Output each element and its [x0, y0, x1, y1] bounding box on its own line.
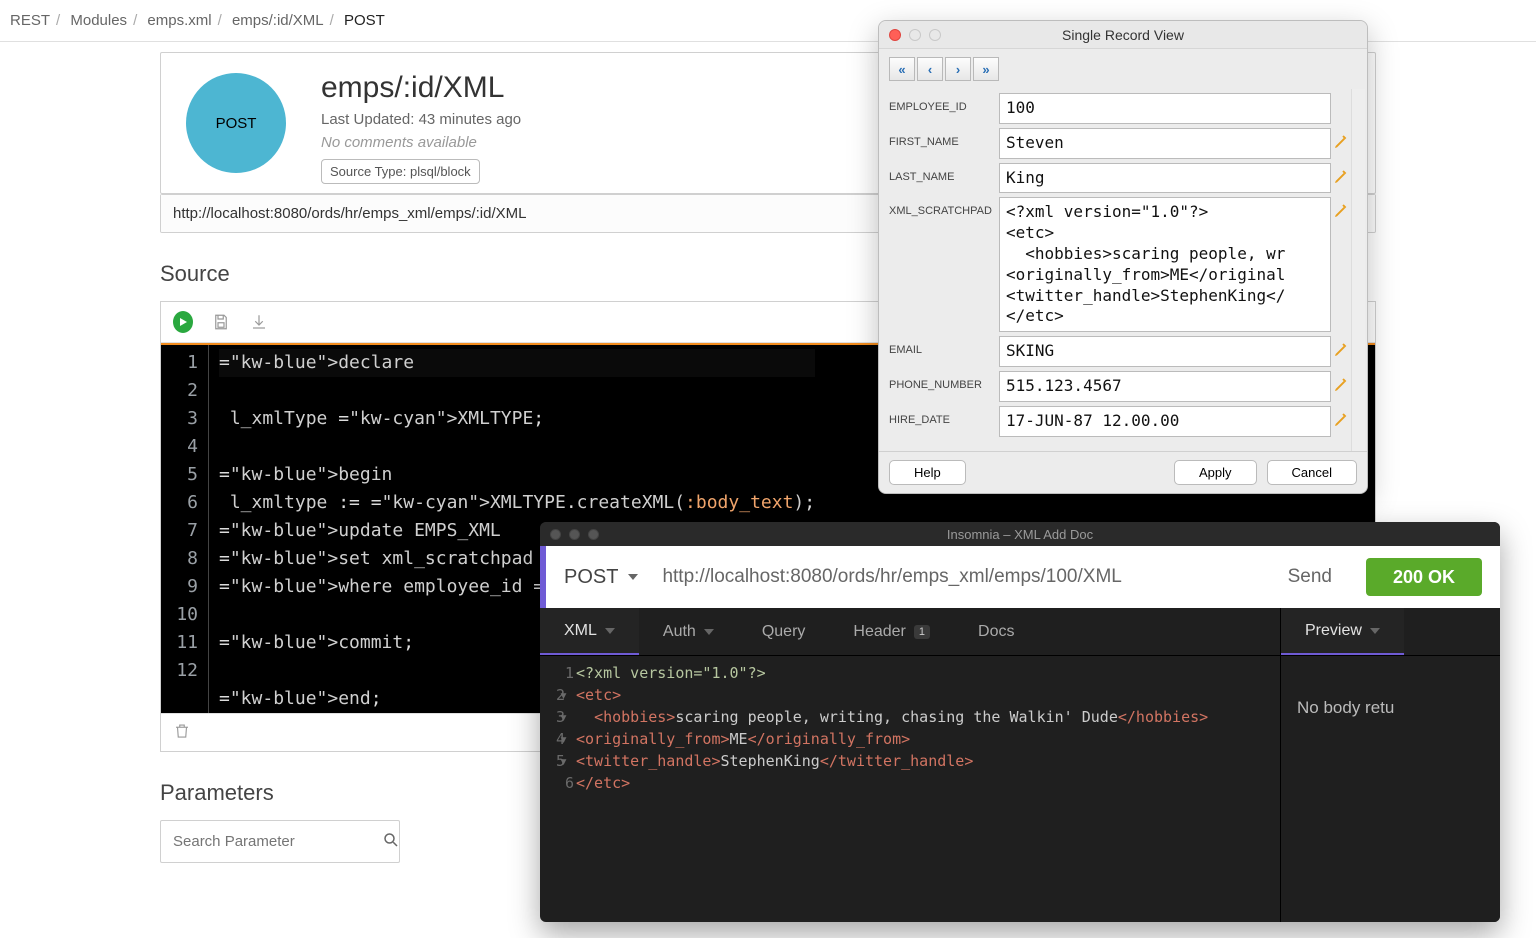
record-field-email: EMAILSKING [889, 336, 1357, 367]
first-record-button[interactable]: « [889, 57, 915, 81]
field-label: HIRE_DATE [889, 406, 999, 426]
edit-icon[interactable] [1333, 134, 1349, 150]
record-field-xml_scratchpad: XML_SCRATCHPAD<?xml version="1.0"?> <etc… [889, 197, 1357, 332]
field-label: EMPLOYEE_ID [889, 93, 999, 113]
srv-nav: « ‹ › » [879, 49, 1367, 89]
header-count-badge: 1 [914, 625, 930, 639]
body-line[interactable]: 5▾<twitter_handle>StephenKing</twitter_h… [540, 750, 1280, 772]
chevron-down-icon [605, 628, 615, 634]
tab-body[interactable]: XML [540, 608, 639, 655]
request-method-dropdown[interactable]: POST [546, 566, 656, 589]
srv-titlebar[interactable]: Single Record View [879, 21, 1367, 49]
crumb-empsxml[interactable]: emps.xml [147, 12, 211, 29]
body-line[interactable]: 4▾<originally_from>ME</originally_from> [540, 728, 1280, 750]
help-button[interactable]: Help [889, 460, 966, 485]
crumb-handler[interactable]: emps/:id/XML [232, 12, 324, 29]
cancel-button[interactable]: Cancel [1267, 460, 1357, 485]
response-body-empty: No body retu [1281, 672, 1500, 744]
field-label: PHONE_NUMBER [889, 371, 999, 391]
run-button[interactable] [173, 312, 193, 332]
prev-record-button[interactable]: ‹ [917, 57, 943, 81]
tab-query[interactable]: Query [738, 608, 830, 655]
edit-icon[interactable] [1333, 377, 1349, 393]
body-line[interactable]: 1 <?xml version="1.0"?> [540, 662, 1280, 684]
body-line[interactable]: 2▾<etc> [540, 684, 1280, 706]
method-badge: POST [186, 73, 286, 173]
source-type-chip[interactable]: Source Type: plsql/block [321, 159, 480, 184]
trash-icon[interactable] [173, 727, 191, 743]
insomnia-window[interactable]: Insomnia – XML Add Doc POST http://local… [540, 522, 1500, 922]
insomnia-titlebar[interactable]: Insomnia – XML Add Doc [540, 522, 1500, 546]
body-line[interactable]: 6 </etc> [540, 772, 1280, 794]
record-field-first_name: FIRST_NAMESteven [889, 128, 1357, 159]
field-value[interactable]: 515.123.4567 [999, 371, 1331, 402]
record-field-hire_date: HIRE_DATE17-JUN-87 12.00.00 [889, 406, 1357, 437]
tab-auth[interactable]: Auth [639, 608, 738, 655]
srv-scrollbar[interactable] [1351, 89, 1365, 451]
field-label: LAST_NAME [889, 163, 999, 183]
record-field-phone_number: PHONE_NUMBER515.123.4567 [889, 371, 1357, 402]
save-button[interactable] [211, 312, 231, 332]
crumb-rest[interactable]: REST [10, 12, 50, 29]
request-body-editor[interactable]: 1 <?xml version="1.0"?>2▾<etc>3▾ <hobbie… [540, 656, 1280, 922]
field-label: FIRST_NAME [889, 128, 999, 148]
field-value[interactable]: King [999, 163, 1331, 194]
tab-preview-label: Preview [1305, 622, 1362, 640]
tab-header[interactable]: Header 1 [829, 608, 954, 655]
single-record-view-window[interactable]: Single Record View « ‹ › » EMPLOYEE_ID10… [878, 20, 1368, 494]
tab-docs[interactable]: Docs [954, 608, 1038, 655]
parameter-search-input[interactable] [173, 833, 372, 850]
send-button[interactable]: Send [1264, 566, 1356, 588]
field-value[interactable]: Steven [999, 128, 1331, 159]
crumb-post: POST [344, 12, 385, 29]
edit-icon[interactable] [1333, 169, 1349, 185]
search-icon [382, 831, 400, 852]
chevron-down-icon [628, 574, 638, 580]
field-label: EMAIL [889, 336, 999, 356]
request-method: POST [564, 566, 618, 589]
chevron-down-icon [1370, 628, 1380, 634]
request-url-input[interactable]: http://localhost:8080/ords/hr/emps_xml/e… [656, 566, 1263, 588]
record-field-last_name: LAST_NAMEKing [889, 163, 1357, 194]
field-label: XML_SCRATCHPAD [889, 197, 999, 217]
field-value[interactable]: SKING [999, 336, 1331, 367]
chevron-down-icon [704, 629, 714, 635]
apply-button[interactable]: Apply [1174, 460, 1257, 485]
crumb-modules[interactable]: Modules [70, 12, 127, 29]
last-record-button[interactable]: » [973, 57, 999, 81]
srv-window-title: Single Record View [879, 27, 1367, 43]
tab-auth-label: Auth [663, 623, 696, 641]
body-line[interactable]: 3▾ <hobbies>scaring people, writing, cha… [540, 706, 1280, 728]
tab-body-label: XML [564, 622, 597, 640]
parameter-search[interactable] [160, 820, 400, 863]
edit-icon[interactable] [1333, 342, 1349, 358]
tab-header-label: Header [853, 623, 905, 641]
insomnia-window-title: Insomnia – XML Add Doc [540, 527, 1500, 542]
tab-preview[interactable]: Preview [1281, 608, 1404, 655]
next-record-button[interactable]: › [945, 57, 971, 81]
play-icon [173, 311, 193, 333]
edit-icon[interactable] [1333, 203, 1349, 219]
field-value[interactable]: <?xml version="1.0"?> <etc> <hobbies>sca… [999, 197, 1331, 332]
download-button[interactable] [249, 312, 269, 332]
record-field-employee_id: EMPLOYEE_ID100 [889, 93, 1357, 124]
response-status: 200 OK [1366, 558, 1482, 596]
field-value[interactable]: 100 [999, 93, 1331, 124]
edit-icon[interactable] [1333, 412, 1349, 428]
field-value[interactable]: 17-JUN-87 12.00.00 [999, 406, 1331, 437]
